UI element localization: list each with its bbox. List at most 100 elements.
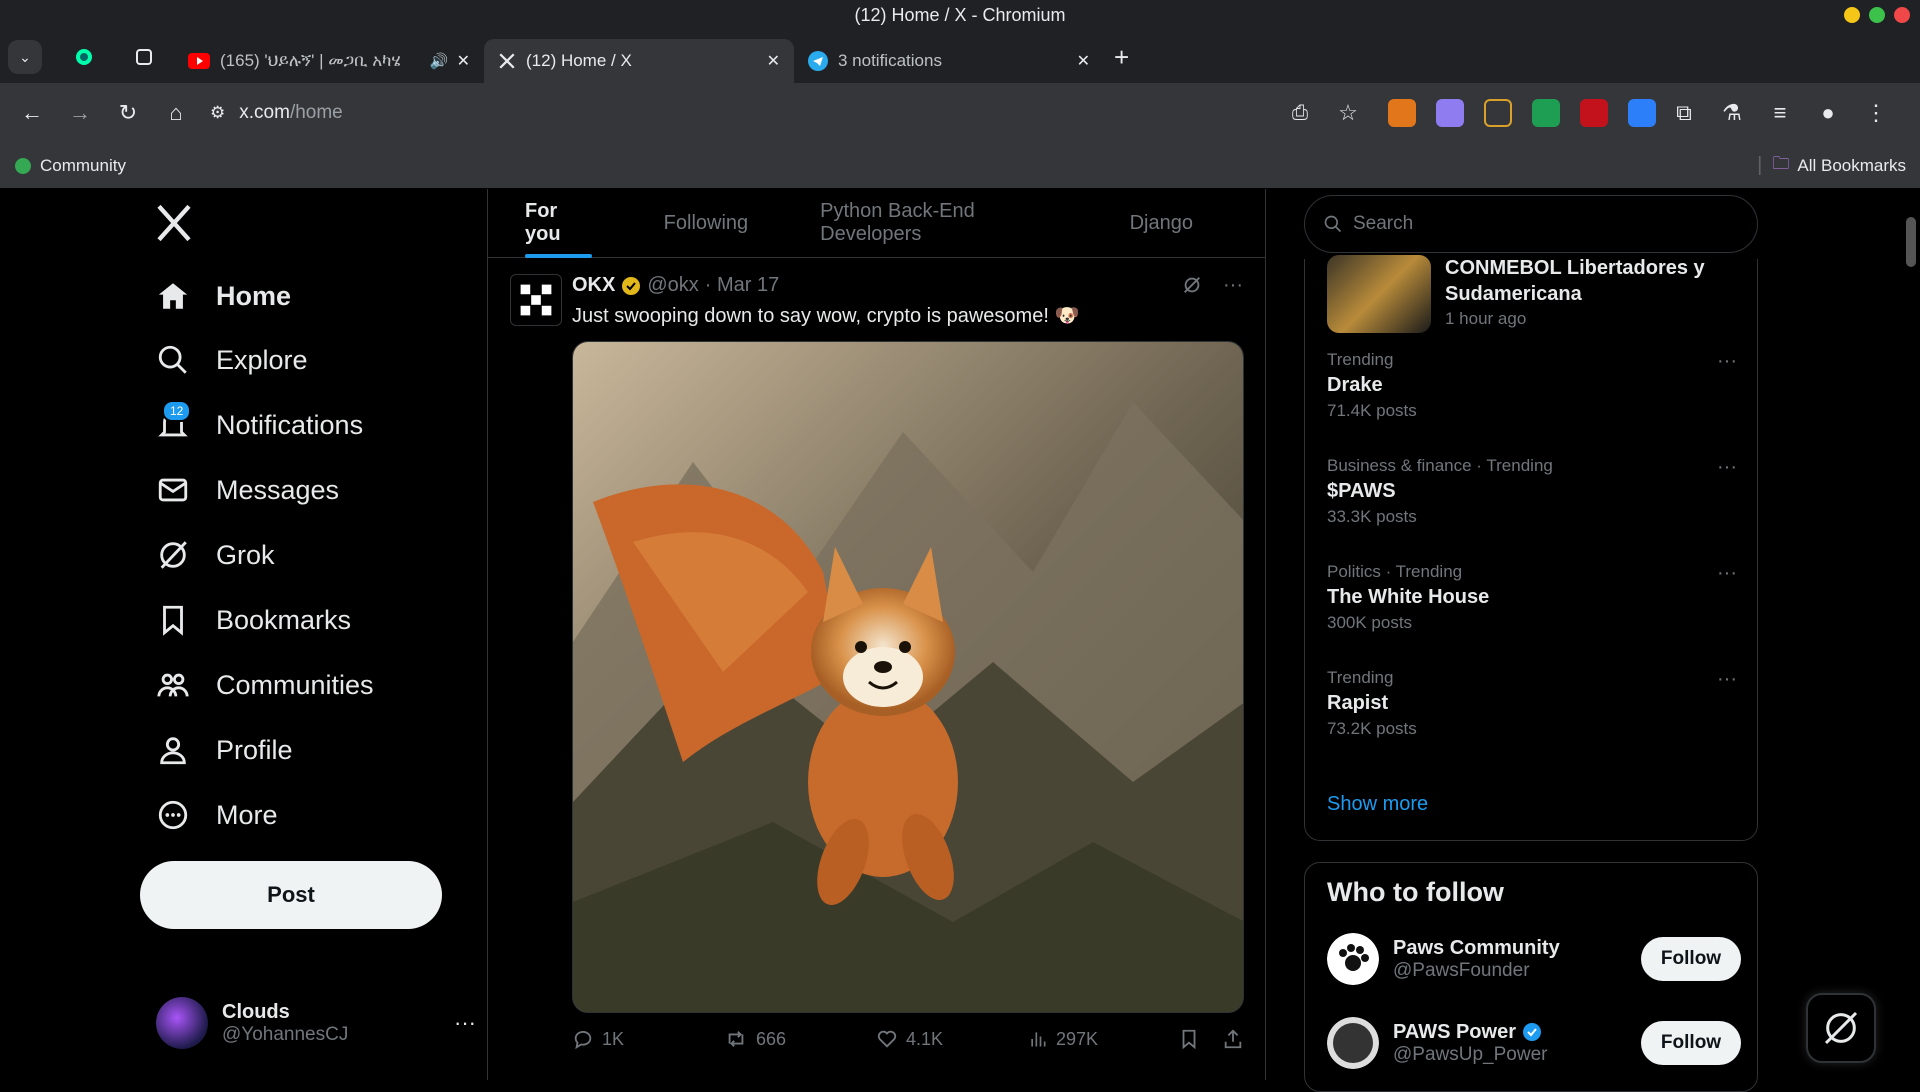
more-dots-icon: ···	[454, 1010, 476, 1035]
trend-item[interactable]: Business & finance · Trending $PAWS 33.3…	[1327, 456, 1737, 527]
site-info-icon[interactable]: ⚙	[210, 103, 225, 123]
nav-more[interactable]: More	[156, 790, 278, 840]
close-window-button[interactable]	[1894, 7, 1910, 23]
ghost-extension-icon[interactable]	[1436, 99, 1464, 127]
like-button[interactable]: 4.1K	[876, 1028, 1028, 1050]
close-tab-icon[interactable]: ✕	[1077, 51, 1090, 71]
tweet-author-name[interactable]: OKX	[572, 274, 615, 297]
address-bar[interactable]: ⚙ x.com/home	[206, 91, 1282, 135]
pinned-tab-2[interactable]	[114, 37, 174, 77]
reply-button[interactable]: 1K	[572, 1028, 724, 1050]
reload-icon[interactable]: ↻	[110, 95, 146, 131]
follow-suggestion[interactable]: PAWS Power @PawsUp_Power Follow	[1327, 1013, 1741, 1073]
okx-avatar[interactable]	[510, 274, 562, 326]
tweet-actions: 1K 666 4.1K 297K	[572, 1028, 1244, 1050]
tweet[interactable]: OKX @okx · Mar 17 ··· Just swooping down…	[488, 258, 1265, 1080]
tab-title: (12) Home / X	[526, 51, 632, 70]
follow-button[interactable]: Follow	[1641, 937, 1741, 981]
tab-search-button[interactable]: ⌄	[8, 40, 42, 74]
more-dots-icon[interactable]: ···	[1717, 562, 1737, 585]
tweet-text: Just swooping down to say wow, crypto is…	[572, 305, 1080, 327]
nav-communities[interactable]: Communities	[156, 660, 374, 710]
speaker-icon[interactable]: 🔊	[430, 52, 449, 70]
more-dots-icon[interactable]: ···	[1717, 456, 1737, 479]
verified-gold-icon	[622, 276, 641, 295]
page-scrollbar[interactable]	[1902, 189, 1920, 1080]
nav-grok[interactable]: Grok	[156, 530, 275, 580]
tab-django[interactable]: Django	[1130, 189, 1193, 258]
follow-button[interactable]: Follow	[1641, 1021, 1741, 1065]
bookmark-icon[interactable]	[1178, 1028, 1200, 1050]
tab-for-you[interactable]: For you	[525, 189, 592, 258]
maximize-button[interactable]	[1869, 7, 1885, 23]
tab-following[interactable]: Following	[664, 189, 748, 258]
news-thumbnail	[1327, 255, 1431, 333]
tab-x-home[interactable]: (12) Home / X ✕	[484, 39, 794, 83]
show-more-link[interactable]: Show more	[1327, 793, 1428, 816]
tab-telegram[interactable]: 3 notifications ✕	[794, 39, 1104, 83]
wave-extension-icon[interactable]	[1484, 99, 1512, 127]
install-app-icon[interactable]: ⎙	[1282, 95, 1318, 131]
telegram-icon	[808, 51, 828, 71]
follow-suggestion[interactable]: Paws Community @PawsFounder Follow	[1327, 929, 1741, 989]
nav-notifications[interactable]: 12 Notifications	[156, 400, 363, 450]
tweet-image[interactable]	[572, 341, 1244, 1013]
like-count: 4.1K	[906, 1028, 944, 1049]
nav-profile[interactable]: Profile	[156, 725, 293, 775]
x-logo-icon[interactable]	[154, 203, 194, 243]
all-bookmarks-button[interactable]: 🗀 All Bookmarks	[1772, 151, 1906, 180]
profile-icon[interactable]: ●	[1810, 95, 1846, 131]
nav-label: Bookmarks	[216, 604, 352, 635]
follow-handle: @PawsUp_Power	[1393, 1043, 1548, 1065]
views-button[interactable]: 297K	[1028, 1029, 1168, 1050]
close-tab-icon[interactable]: ✕	[457, 51, 470, 71]
back-icon[interactable]: ←	[14, 95, 50, 131]
search-input[interactable]: Search	[1304, 195, 1758, 253]
grok-floating-button[interactable]	[1806, 993, 1876, 1063]
diamond-extension-icon[interactable]	[1532, 99, 1560, 127]
red-extension-icon[interactable]	[1580, 99, 1608, 127]
nav-bookmarks[interactable]: Bookmarks	[156, 595, 351, 645]
metamask-extension-icon[interactable]	[1388, 99, 1416, 127]
grok-icon[interactable]	[1181, 274, 1203, 296]
star-icon[interactable]: ☆	[1330, 95, 1366, 131]
extensions-puzzle-icon[interactable]: ⧉	[1666, 95, 1702, 131]
nav-label: More	[216, 799, 278, 830]
nav-home[interactable]: Home	[156, 271, 291, 321]
media-queue-icon[interactable]: ≡	[1762, 95, 1798, 131]
nav-explore[interactable]: Explore	[156, 335, 308, 385]
close-tab-icon[interactable]: ✕	[767, 51, 780, 71]
share-icon[interactable]	[1222, 1028, 1244, 1050]
window-titlebar: (12) Home / X - Chromium	[0, 0, 1920, 31]
tab-youtube[interactable]: (165) 'ህይሉኝ' | መጋቢ አካሄ 🔊 ✕	[174, 39, 484, 83]
tweet-handle[interactable]: @okx	[647, 274, 698, 297]
news-item[interactable]: CONMEBOL Libertadores y Sudamericana 1 h…	[1327, 255, 1725, 333]
trend-item[interactable]: Trending Drake 71.4K posts ···	[1327, 350, 1737, 421]
minimize-button[interactable]	[1844, 7, 1860, 23]
account-switcher[interactable]: Clouds @YohannesCJ ···	[156, 995, 476, 1051]
pinned-tab-1[interactable]	[54, 37, 114, 77]
tweet-date[interactable]: · Mar 17	[705, 274, 779, 297]
home-icon[interactable]: ⌂	[158, 95, 194, 131]
new-tab-button[interactable]: +	[1114, 42, 1129, 73]
retweet-button[interactable]: 666	[724, 1028, 876, 1050]
post-button[interactable]: Post	[140, 861, 442, 929]
labs-flask-icon[interactable]: ⚗	[1714, 95, 1750, 131]
more-dots-icon[interactable]: ···	[1223, 274, 1243, 297]
more-dots-icon[interactable]: ···	[1717, 668, 1737, 691]
grok-icon	[1824, 1011, 1858, 1045]
nav-messages[interactable]: Messages	[156, 465, 339, 515]
bookmark-community[interactable]: Community	[14, 156, 126, 176]
scrollbar-thumb[interactable]	[1906, 217, 1916, 267]
trend-item[interactable]: Trending Rapist 73.2K posts ···	[1327, 668, 1737, 739]
follow-name-row: PAWS Power	[1393, 1021, 1547, 1044]
trend-category: Politics · Trending	[1327, 562, 1463, 581]
tab-python-backend[interactable]: Python Back-End Developers	[820, 189, 1057, 258]
bookmarks-bar: Community | 🗀 All Bookmarks	[0, 143, 1920, 189]
blue-extension-icon[interactable]	[1628, 99, 1656, 127]
tab-title: (165) 'ህይሉኝ' | መጋቢ አካሄ	[220, 51, 401, 70]
more-dots-icon[interactable]: ···	[1717, 350, 1737, 373]
forward-icon[interactable]: →	[62, 95, 98, 131]
trend-item[interactable]: Politics · Trending The White House 300K…	[1327, 562, 1737, 633]
browser-menu-icon[interactable]: ⋮	[1858, 95, 1894, 131]
